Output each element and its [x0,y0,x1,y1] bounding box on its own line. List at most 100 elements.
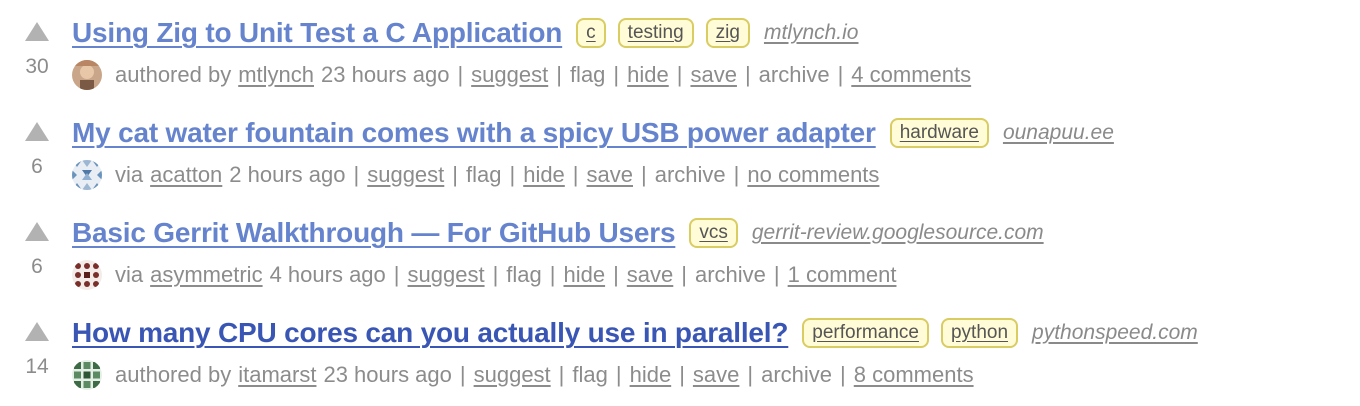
story-byline: via asymmetric 4 hours ago | suggest | f… [72,259,896,291]
brown-pattern-avatar-icon[interactable] [72,260,102,290]
story-title-link[interactable]: My cat water fountain comes with a spicy… [72,117,876,149]
comments-link[interactable]: no comments [747,162,879,188]
story-title-link[interactable]: How many CPU cores can you actually use … [72,317,788,349]
story-title-row: Using Zig to Unit Test a C Application c… [72,14,858,52]
story-title-row: Basic Gerrit Walkthrough — For GitHub Us… [72,214,1044,252]
separator: | [556,62,562,87]
save-link[interactable]: save [690,62,736,88]
comments-link[interactable]: 1 comment [788,262,897,288]
separator: | [558,362,565,387]
save-link[interactable]: save [587,162,633,188]
save-link[interactable]: save [627,262,673,288]
separator: | [613,262,619,287]
story-byline: authored by itamarst 23 hours ago | sugg… [72,359,974,391]
separator: | [837,62,844,87]
suggest-link[interactable]: suggest [474,362,551,388]
story-score: 6 [31,155,43,178]
story-item: 6 My cat water fountain comes with a spi… [0,100,1360,200]
byline-time: 23 hours ago [323,362,452,387]
byline-user-link[interactable]: itamarst [238,362,316,388]
separator: | [681,262,687,287]
byline-attribution: authored by [115,62,232,87]
flag-link[interactable]: flag [506,262,541,288]
separator: | [733,162,740,187]
separator: | [353,162,360,187]
separator: | [679,362,685,387]
separator: | [459,362,466,387]
byline-time: 2 hours ago [229,162,346,187]
green-pattern-avatar-icon[interactable] [72,360,102,390]
flag-link[interactable]: flag [466,162,501,188]
story-score: 14 [25,355,49,378]
byline-attribution: via [115,162,144,187]
separator: | [572,162,579,187]
separator: | [747,362,754,387]
story-byline: via acatton 2 hours ago | suggest | flag… [72,159,879,191]
story-item: 30 Using Zig to Unit Test a C Applicatio… [0,0,1360,100]
suggest-link[interactable]: suggest [408,262,485,288]
byline-time: 4 hours ago [269,262,386,287]
byline-attribution: authored by [115,362,232,387]
story-list: 30 Using Zig to Unit Test a C Applicatio… [0,0,1360,406]
story-byline: authored by mtlynch 23 hours ago | sugge… [72,59,971,91]
story-domain[interactable]: pythonspeed.com [1032,321,1198,345]
story-title-row: How many CPU cores can you actually use … [72,314,1198,352]
story-domain[interactable]: ounapuu.ee [1003,121,1114,145]
archive-link[interactable]: archive [759,62,830,88]
comments-link[interactable]: 4 comments [851,62,971,88]
archive-link[interactable]: archive [655,162,726,188]
separator: | [393,262,400,287]
upvote-arrow-icon[interactable] [25,222,49,241]
hide-link[interactable]: hide [523,162,565,188]
byline-time: 23 hours ago [321,62,450,87]
tag-python[interactable]: python [940,318,1019,348]
upvote-arrow-icon[interactable] [25,122,49,141]
tag-c[interactable]: c [576,18,606,48]
suggest-link[interactable]: suggest [471,62,548,88]
flag-link[interactable]: flag [570,62,605,88]
archive-link[interactable]: archive [761,362,832,388]
user-photo-avatar-icon[interactable] [72,60,102,90]
hide-link[interactable]: hide [563,262,605,288]
story-title-row: My cat water fountain comes with a spicy… [72,114,1114,152]
suggest-link[interactable]: suggest [367,162,444,188]
byline-user-link[interactable]: mtlynch [238,62,314,88]
separator: | [452,162,458,187]
hide-link[interactable]: hide [627,62,669,88]
separator: | [773,262,780,287]
story-domain[interactable]: gerrit-review.googlesource.com [752,221,1044,245]
separator: | [615,362,622,387]
story-title-link[interactable]: Using Zig to Unit Test a C Application [72,17,562,49]
byline-user-link[interactable]: acatton [150,162,222,188]
upvote-arrow-icon[interactable] [25,322,49,341]
blue-pattern-avatar-icon[interactable] [72,160,102,190]
story-score: 30 [25,55,49,78]
hide-link[interactable]: hide [630,362,672,388]
separator: | [457,62,464,87]
separator: | [676,62,683,87]
story-domain[interactable]: mtlynch.io [764,21,859,45]
story-title-link[interactable]: Basic Gerrit Walkthrough — For GitHub Us… [72,217,676,249]
byline-attribution: via [115,262,144,287]
upvote-arrow-icon[interactable] [25,22,49,41]
archive-link[interactable]: archive [695,262,766,288]
story-item: 6 Basic Gerrit Walkthrough — For GitHub … [0,200,1360,300]
separator: | [492,262,499,287]
separator: | [549,262,556,287]
separator: | [641,162,647,187]
tag-testing[interactable]: testing [617,18,694,48]
separator: | [613,62,620,87]
separator: | [744,62,751,87]
story-item: 14 How many CPU cores can you actually u… [0,300,1360,400]
byline-user-link[interactable]: asymmetric [150,262,262,288]
tag-hardware[interactable]: hardware [889,118,989,148]
tag-zig[interactable]: zig [705,18,750,48]
comments-link[interactable]: 8 comments [854,362,974,388]
tag-performance[interactable]: performance [802,318,929,348]
save-link[interactable]: save [693,362,739,388]
tag-vcs[interactable]: vcs [689,218,738,248]
separator: | [840,362,846,387]
separator: | [509,162,516,187]
flag-link[interactable]: flag [572,362,607,388]
story-score: 6 [31,255,43,278]
